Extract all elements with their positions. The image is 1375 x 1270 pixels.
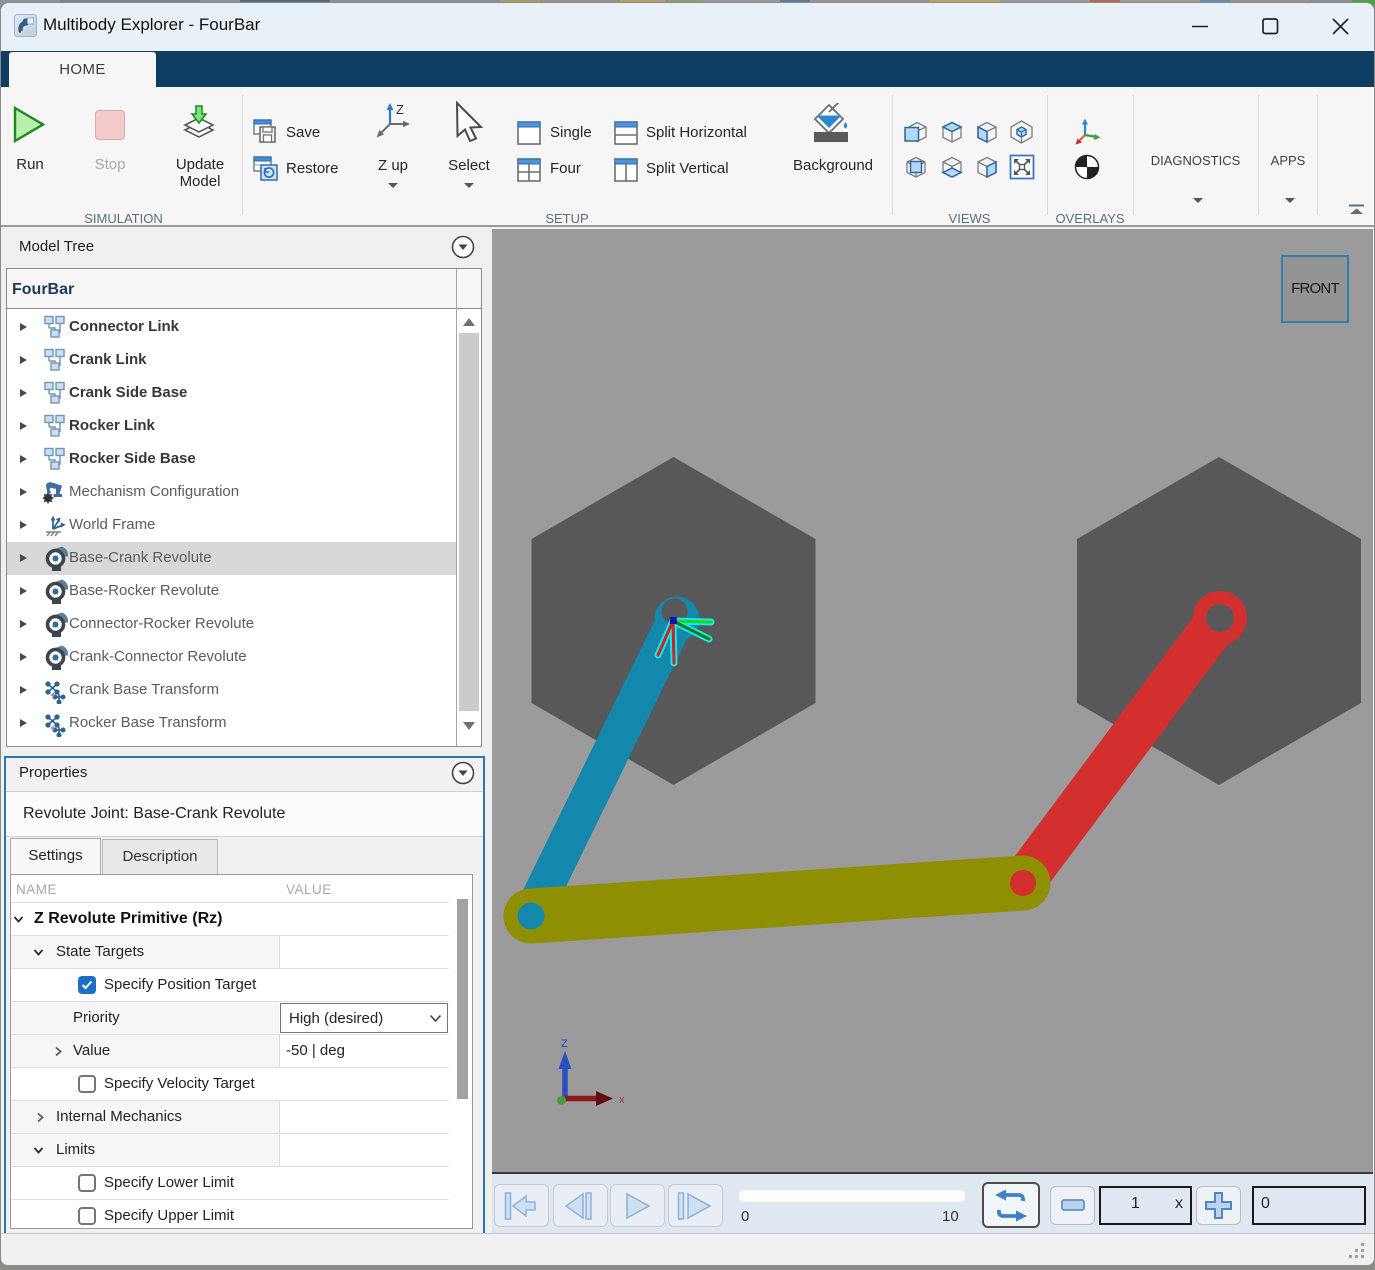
svg-text:Z: Z: [561, 1038, 568, 1050]
svg-text:Z: Z: [396, 102, 404, 117]
svg-text:x: x: [619, 1094, 625, 1106]
